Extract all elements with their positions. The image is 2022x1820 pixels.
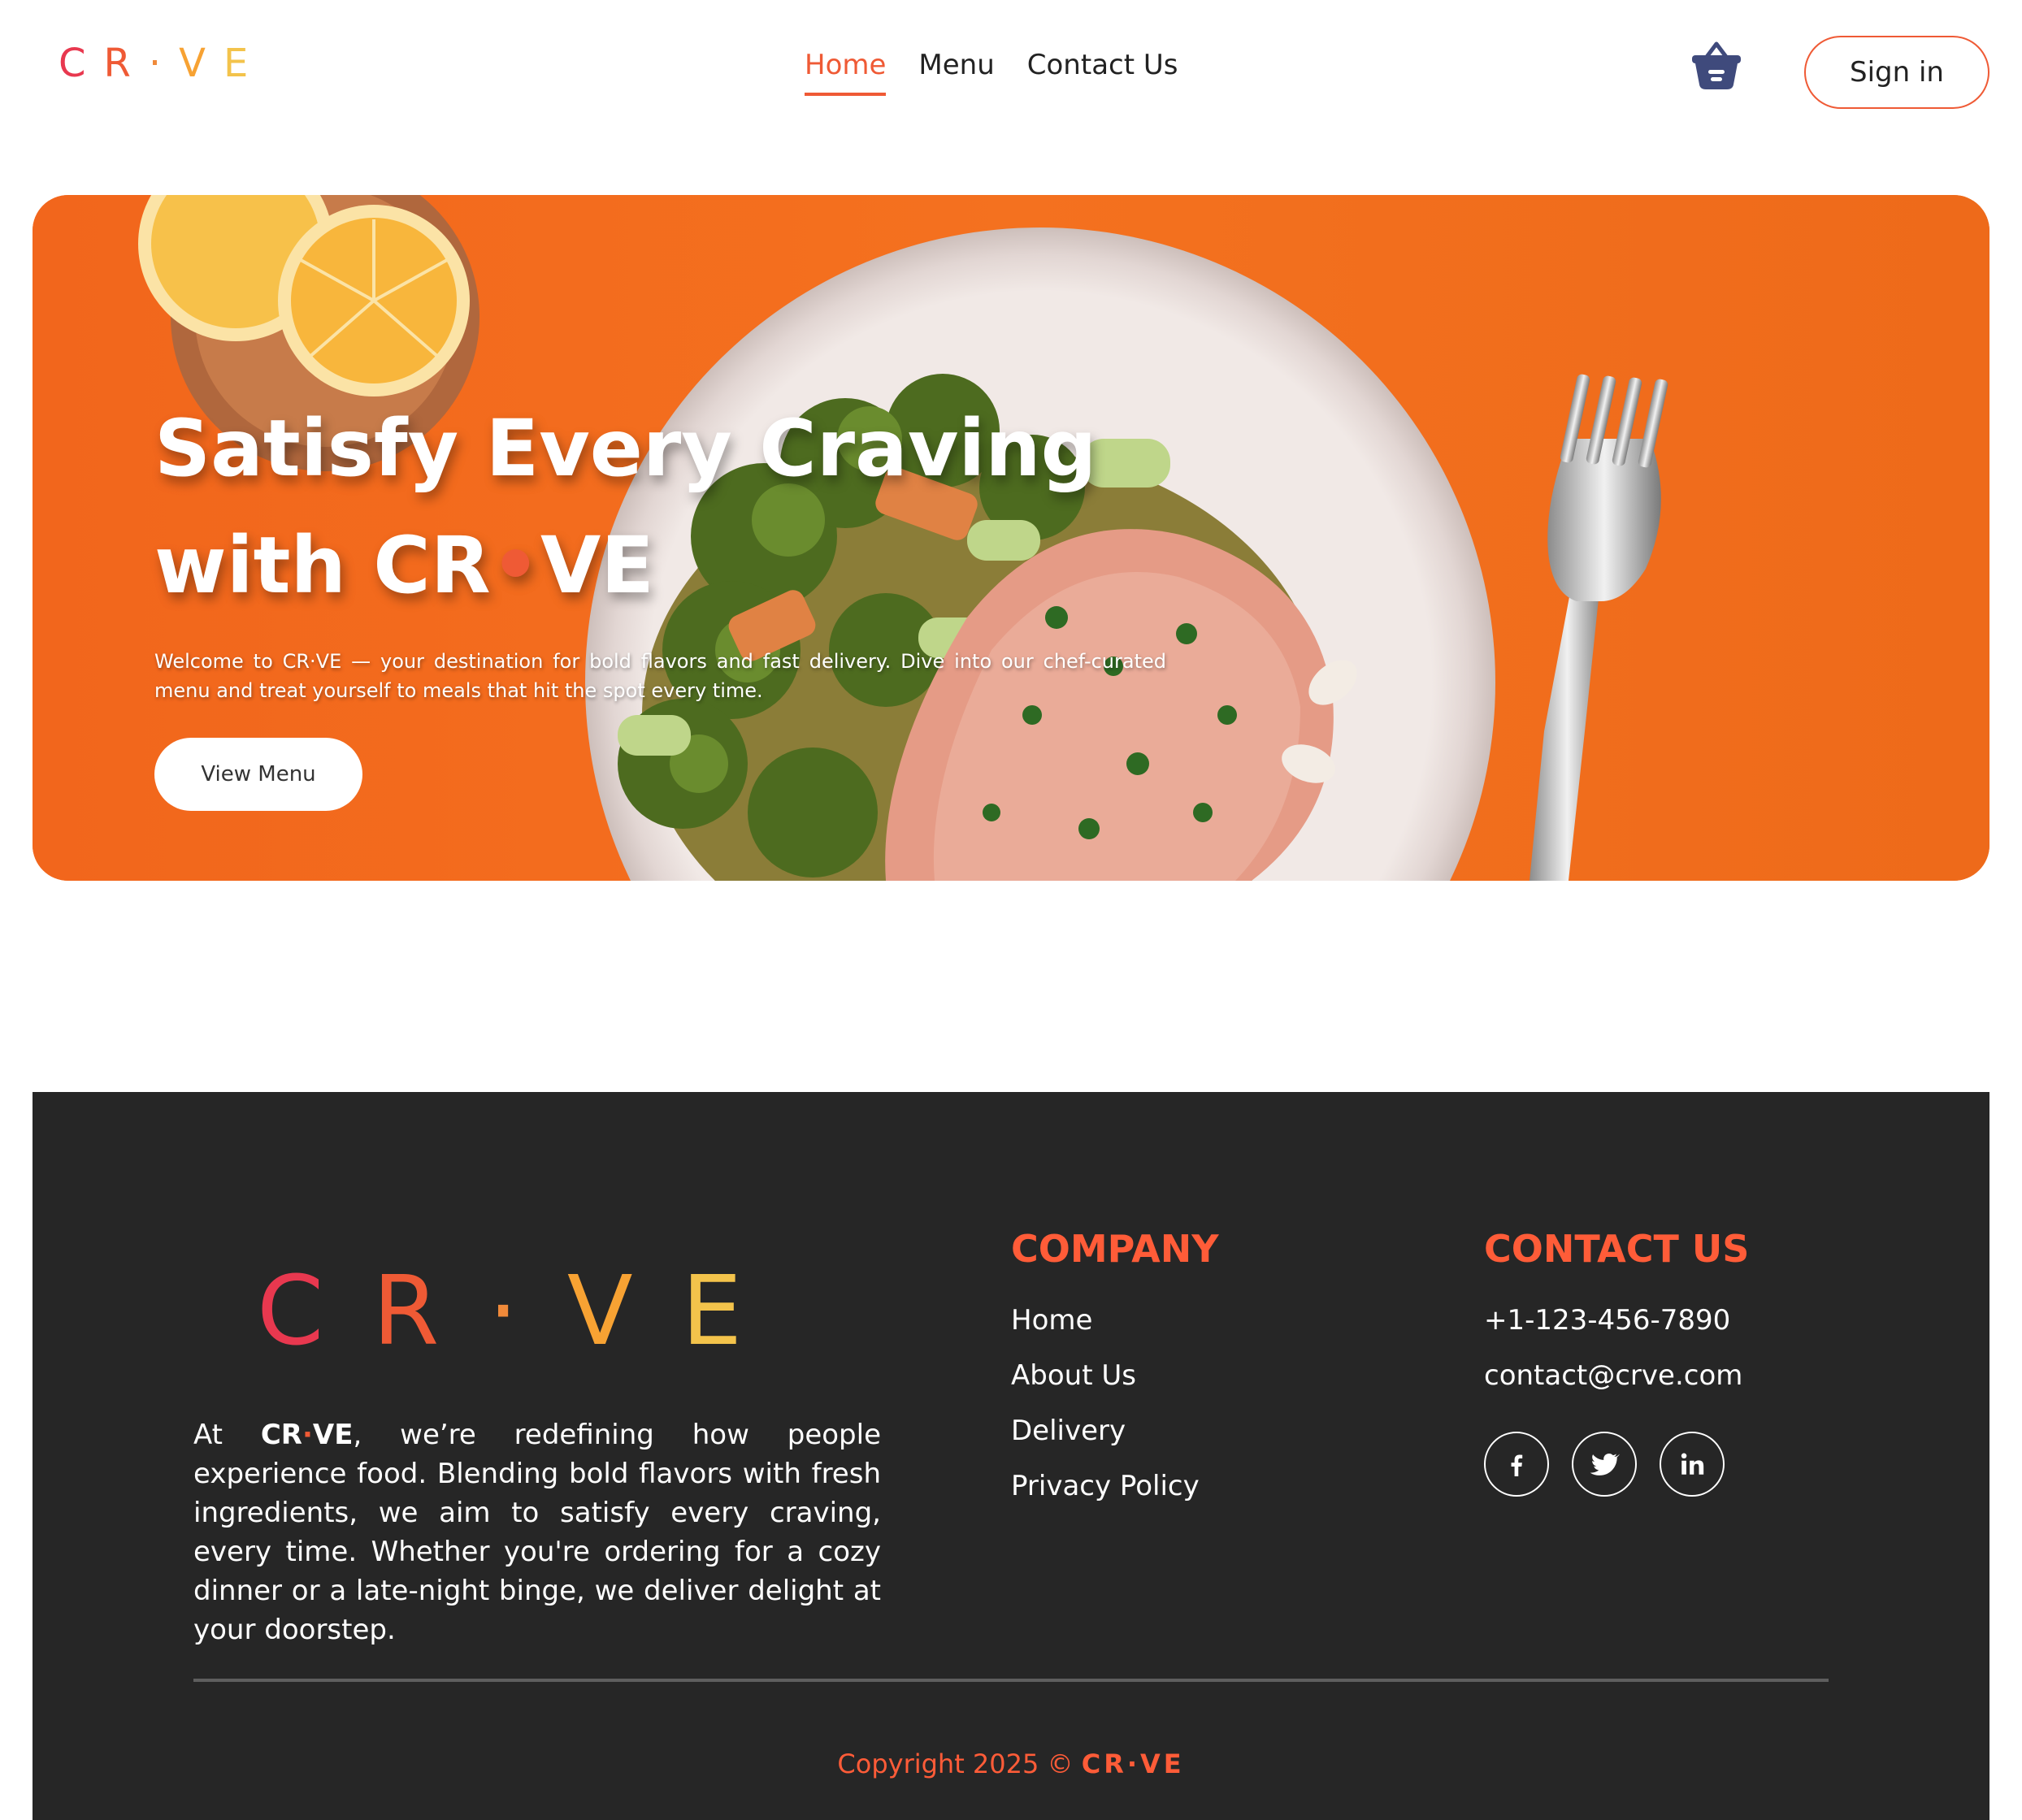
footer-logo-letter-c: C [257, 1254, 373, 1367]
footer-link-privacy-policy[interactable]: Privacy Policy [1011, 1466, 1219, 1521]
logo-letter-r: R [103, 41, 149, 86]
footer-brand-logo[interactable]: C R · V E [257, 1254, 791, 1367]
footer-logo-letter-v: V [566, 1254, 682, 1367]
hero-title-dot: • [490, 520, 540, 611]
hero-title-line2-prefix: with CR [154, 520, 491, 611]
twitter-icon[interactable] [1572, 1432, 1637, 1497]
hero-title-line1: Satisfy Every Craving [154, 403, 1097, 494]
social-links [1484, 1432, 1749, 1497]
sign-in-button[interactable]: Sign in [1804, 36, 1989, 109]
footer-link-home[interactable]: Home [1011, 1300, 1219, 1355]
hero-title-line2-suffix: VE [540, 520, 654, 611]
contact-email[interactable]: contact@crve.com [1484, 1355, 1749, 1410]
company-heading: COMPANY [1011, 1227, 1219, 1271]
hero-banner: Satisfy Every Craving with CR•VE Welcome… [33, 195, 1989, 881]
shopping-basket-icon[interactable] [1690, 39, 1742, 91]
logo-letter-e: E [223, 41, 267, 86]
about-brand-dot: · [302, 1419, 313, 1451]
footer-logo-dot: · [488, 1254, 567, 1367]
logo-letter-v: V [179, 41, 223, 86]
footer-logo-letter-r: R [372, 1254, 488, 1367]
brand-logo[interactable]: C R · V E [59, 41, 266, 86]
footer-divider [193, 1679, 1829, 1682]
facebook-icon[interactable] [1484, 1432, 1549, 1497]
about-prefix: At [193, 1419, 261, 1451]
nav-menu[interactable]: Menu [918, 49, 994, 96]
logo-dot: · [148, 41, 180, 86]
contact-heading: CONTACT US [1484, 1227, 1750, 1271]
logo-letter-c: C [59, 41, 104, 86]
footer: C R · V E At CR·VE, we’re redefining how… [33, 1092, 1989, 1820]
contact-phone[interactable]: +1-123-456-7890 [1484, 1300, 1749, 1355]
copyright-brand: CR·VE [1081, 1748, 1185, 1779]
footer-contact-column: CONTACT US +1-123-456-7890 contact@crve.… [1484, 1227, 1749, 1497]
footer-company-column: COMPANY Home About Us Delivery Privacy P… [1011, 1227, 1219, 1521]
linkedin-icon[interactable] [1660, 1432, 1725, 1497]
footer-about-text: At CR·VE, we’re redefining how people ex… [193, 1415, 881, 1649]
footer-logo-letter-e: E [681, 1254, 792, 1367]
about-brand-left: CR [260, 1419, 302, 1451]
about-body: , we’re redefining how people experience… [193, 1419, 881, 1646]
about-brand-right: VE [312, 1419, 354, 1451]
copyright-text: Copyright 2025 © [837, 1748, 1082, 1779]
copyright: Copyright 2025 © CR·VE [33, 1748, 1989, 1779]
footer-link-delivery[interactable]: Delivery [1011, 1410, 1219, 1466]
nav-home[interactable]: Home [805, 49, 887, 96]
main-nav: Home Menu Contact Us [805, 49, 1178, 96]
footer-link-about-us[interactable]: About Us [1011, 1355, 1219, 1410]
hero-title: Satisfy Every Craving with CR•VE [154, 390, 1211, 624]
about-brand: CR·VE [261, 1419, 354, 1451]
view-menu-button[interactable]: View Menu [154, 738, 362, 811]
nav-contact-us[interactable]: Contact Us [1027, 49, 1178, 96]
hero-description: Welcome to CR·VE — your destination for … [154, 650, 1166, 702]
